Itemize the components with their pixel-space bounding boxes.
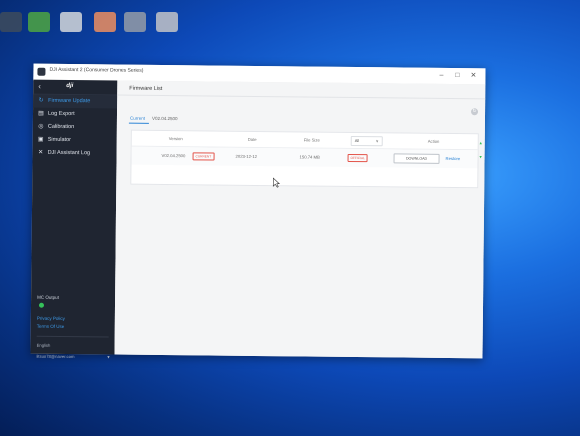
tab-current[interactable]: Current xyxy=(130,116,145,121)
row-file-size: 150.74 MB xyxy=(299,154,320,160)
account-email[interactable]: litsuo78@naver.com xyxy=(36,354,74,359)
desktop-icon-6[interactable] xyxy=(156,12,178,32)
restore-link[interactable]: Restore xyxy=(446,156,461,161)
row-date: 2023-12-12 xyxy=(235,153,258,159)
desktop-icon-2[interactable] xyxy=(28,12,50,32)
column-header-file-size: File Size xyxy=(303,137,320,143)
table-row: V02.04.2500 CURRENT 2023-12-12 150.74 MB… xyxy=(131,146,478,169)
firmware-icon: ↻ xyxy=(38,97,44,104)
maximize-button[interactable]: □ xyxy=(451,70,463,81)
main-panel: Firmware List ↻ Current V02.04.2500 Vers… xyxy=(114,80,486,359)
sidebar-item-label: Firmware Update xyxy=(48,97,91,105)
header-divider xyxy=(117,94,486,100)
scroll-up-icon[interactable]: ▲ xyxy=(479,140,483,145)
column-header-action: Action xyxy=(427,138,440,144)
scroll-down-icon[interactable]: ▼ xyxy=(479,154,483,159)
desktop-icon-5[interactable] xyxy=(124,12,146,32)
sidebar-item-calibration[interactable]: ◎ Calibration xyxy=(33,121,117,135)
calibration-icon: ◎ xyxy=(38,123,44,130)
mc-output-label: MC Output xyxy=(37,294,59,300)
log-export-icon: ▤ xyxy=(38,110,44,117)
desktop-icon-3[interactable] xyxy=(60,12,82,32)
sidebar-item-firmware-update[interactable]: ↻ Firmware Update xyxy=(33,94,118,109)
sidebar-item-label: Simulator xyxy=(47,136,71,144)
mc-output-status-indicator xyxy=(38,302,45,308)
close-button[interactable]: ✕ xyxy=(467,70,479,81)
app-logo-icon xyxy=(37,67,46,76)
official-badge: OFFICIAL xyxy=(347,153,368,163)
column-header-date: Date xyxy=(247,136,257,142)
desktop-icon-4[interactable] xyxy=(94,12,116,32)
chevron-down-icon: ∨ xyxy=(375,138,379,144)
chevron-down-icon[interactable]: ▼ xyxy=(106,354,110,359)
sidebar-divider xyxy=(36,335,109,338)
dji-logo: dji xyxy=(66,82,74,90)
column-header-version: Version xyxy=(168,136,183,142)
sidebar-header: ‹ dji xyxy=(33,79,118,96)
current-version: V02.04.2500 xyxy=(151,115,178,122)
simulator-icon: ▣ xyxy=(37,136,44,143)
sidebar-item-label: Calibration xyxy=(47,123,75,131)
sidebar: ‹ dji ↻ Firmware Update ▤ Log Export ◎ C… xyxy=(30,79,118,359)
page-title: Firmware List xyxy=(129,85,163,92)
sidebar-item-label: Log Export xyxy=(47,110,75,118)
sidebar-item-simulator[interactable]: ▣ Simulator xyxy=(33,134,117,148)
privacy-policy-link[interactable]: Privacy Policy xyxy=(37,316,65,321)
filter-select[interactable]: All ∨ xyxy=(350,135,383,147)
mouse-cursor-icon xyxy=(272,177,281,188)
tools-icon: ✕ xyxy=(38,149,44,156)
desktop-icon-1[interactable] xyxy=(0,12,22,32)
terms-of-use-link[interactable]: Terms Of Use xyxy=(37,324,65,329)
tab-underline xyxy=(128,122,149,124)
minimize-button[interactable]: – xyxy=(435,70,447,81)
firmware-table: Version Date File Size All ∨ Action V02.… xyxy=(130,129,479,189)
app-window: DJI Assistant 2 (Consumer Drones Series)… xyxy=(30,63,486,359)
refresh-icon[interactable]: ↻ xyxy=(471,108,479,116)
window-title: DJI Assistant 2 (Consumer Drones Series) xyxy=(49,66,144,74)
language-selector[interactable]: English xyxy=(37,343,51,348)
download-button[interactable]: DOWNLOAD xyxy=(393,153,440,164)
current-badge: CURRENT xyxy=(192,152,215,161)
sidebar-item-label: DJI Assistant Log xyxy=(47,149,91,157)
sidebar-item-dji-assistant-log[interactable]: ✕ DJI Assistant Log xyxy=(33,147,117,161)
row-version: V02.04.2500 xyxy=(161,152,186,159)
filter-value: All xyxy=(354,138,360,144)
back-icon[interactable]: ‹ xyxy=(38,82,41,91)
sidebar-item-log-export[interactable]: ▤ Log Export xyxy=(33,108,117,122)
